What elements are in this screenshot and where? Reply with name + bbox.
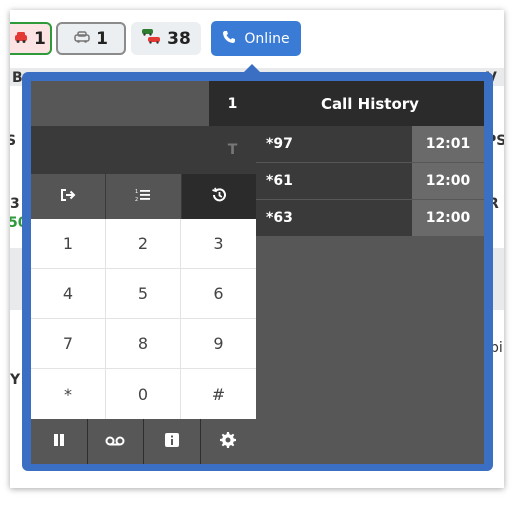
vehicle-badge-idle[interactable]: 1 [56,22,126,55]
key-5[interactable]: 5 [106,269,181,319]
vehicle-badge-multi[interactable]: 38 [131,22,201,55]
call-history-title: Call History [256,81,484,126]
history-time: 12:00 [412,200,484,236]
number-display[interactable] [31,81,209,126]
key-2[interactable]: 2 [106,219,181,269]
pause-icon [52,432,66,451]
history-row[interactable]: *97 12:01 [256,126,484,162]
history-row[interactable]: *61 12:00 [256,163,484,199]
key-6[interactable]: 6 [181,269,256,319]
history-time: 12:00 [412,163,484,199]
voicemail-button[interactable] [87,419,144,464]
key-8[interactable]: 8 [106,319,181,369]
history-time: 12:01 [412,126,484,162]
history-number: *61 [256,163,412,199]
car-red-icon [14,29,28,49]
key-3[interactable]: 3 [181,219,256,269]
transfer-indicator[interactable]: T [209,126,256,174]
voicemail-icon [105,432,125,451]
car-grey-icon [74,29,90,49]
history-button[interactable] [181,174,256,219]
dialer-toolbar: 12 [31,174,256,219]
keypad: 1 2 3 4 5 6 7 8 9 * 0 # [31,219,256,419]
key-star[interactable]: * [31,369,106,419]
badge-count: 1 [96,28,108,49]
svg-text:1: 1 [135,189,138,195]
settings-button[interactable] [200,419,256,464]
top-bar: 1 1 38 Online [10,10,504,68]
transfer-button[interactable] [31,174,107,219]
call-history-panel: Call History *97 12:01 *61 12:00 *63 12:… [256,81,484,464]
gear-icon [220,431,237,452]
phone-icon [222,30,236,48]
history-number: *97 [256,126,412,162]
svg-text:2: 2 [135,197,138,202]
key-1[interactable]: 1 [31,219,106,269]
key-4[interactable]: 4 [31,269,106,319]
line-indicator[interactable]: 1 [209,81,256,126]
info-icon [164,432,179,451]
key-7[interactable]: 7 [31,319,106,369]
key-hash[interactable]: # [181,369,256,419]
bg-fragment: 3 [10,196,20,212]
dialer-bottom-bar [31,419,256,464]
dialer-panel: 1 T 12 1 2 3 4 5 6 7 8 9 * 0 # [31,81,256,464]
info-button[interactable] [144,419,201,464]
history-row[interactable]: *63 12:00 [256,200,484,236]
badge-count: 1 [34,28,46,49]
history-icon [211,187,227,207]
history-number: *63 [256,200,412,236]
bg-fragment: Y [10,372,21,388]
online-status-button[interactable]: Online [211,21,301,56]
online-label: Online [244,30,290,47]
car-multi-icon [141,26,161,51]
transfer-display[interactable] [31,126,209,174]
hold-button[interactable] [31,419,88,464]
badge-count: 38 [167,28,191,49]
list-icon: 12 [135,187,151,206]
vehicle-badge-alert[interactable]: 1 [10,22,52,55]
key-9[interactable]: 9 [181,319,256,369]
key-0[interactable]: 0 [106,369,181,419]
call-list-button[interactable]: 12 [106,174,182,219]
sign-out-icon [60,187,76,206]
